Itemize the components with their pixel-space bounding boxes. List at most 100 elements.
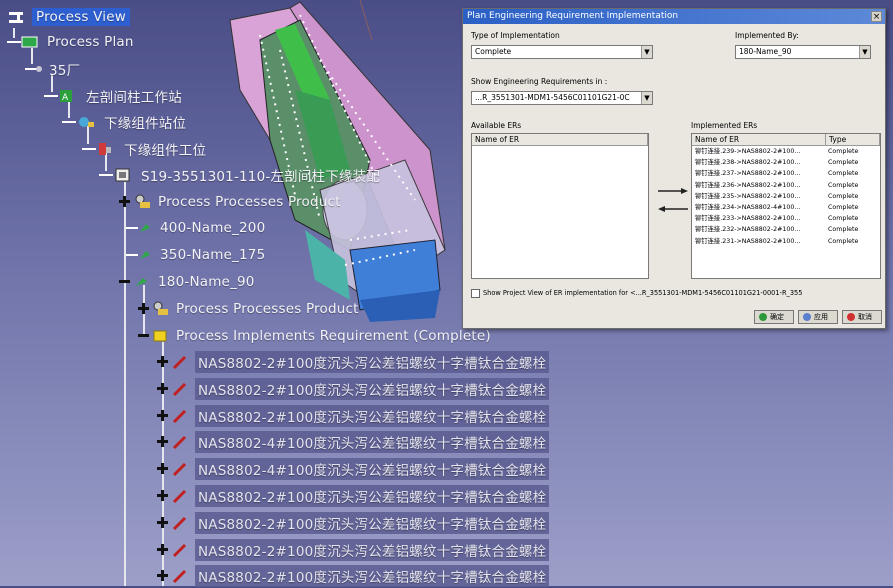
project-view-checkbox[interactable] bbox=[471, 289, 480, 298]
tree-label: 左剖间柱工作站 bbox=[86, 90, 182, 106]
requirement-icon bbox=[171, 488, 189, 504]
tree-node-plant[interactable]: 35厂 bbox=[25, 57, 80, 81]
expand-icon[interactable] bbox=[119, 196, 130, 207]
tree-node-requirement[interactable]: NAS8802-4#100度沉头泻公差铝螺纹十字槽钛合金螺栓 bbox=[171, 430, 550, 454]
expand-icon[interactable] bbox=[157, 356, 168, 367]
expand-icon[interactable] bbox=[157, 516, 168, 528]
tree-node-requirement[interactable]: NAS8802-4#100度沉头泻公差铝螺纹十字槽钛合金螺栓 bbox=[171, 457, 550, 481]
tree-label: Process View bbox=[32, 8, 130, 26]
collapse-icon[interactable] bbox=[138, 330, 149, 341]
show-er-select[interactable]: ...R_3551301-MDM1-5456C01101G21-0C ▼ bbox=[471, 91, 653, 105]
tree-label: NAS8802-4#100度沉头泻公差铝螺纹十字槽钛合金螺栓 bbox=[195, 458, 550, 481]
tree-label: NAS8802-2#100度沉头泻公差铝螺纹十字槽钛合金螺栓 bbox=[195, 485, 550, 507]
available-col-header[interactable]: Name of ER bbox=[472, 134, 648, 145]
tree-label: NAS8802-2#100度沉头泻公差铝螺纹十字槽钛合金螺栓 bbox=[195, 511, 550, 534]
show-er-label: Show Engineering Requirements in : bbox=[471, 77, 608, 86]
workstation-icon: A bbox=[44, 88, 80, 104]
expand-icon[interactable] bbox=[157, 570, 168, 582]
tree-label: Process Processes Product bbox=[158, 194, 341, 210]
ok-button[interactable]: 确定 bbox=[754, 310, 794, 324]
tree-node-process-view[interactable]: Process View bbox=[8, 5, 130, 29]
tree-label: NAS8802-2#100度沉头泻公差铝螺纹十字槽钛合金螺栓 bbox=[195, 565, 550, 588]
available-ers-list[interactable]: Name of ER bbox=[471, 133, 649, 279]
tree-label: 下缘组件工位 bbox=[124, 143, 207, 159]
table-row[interactable]: 铆钉连接.238->NAS8802-2#100... Complete bbox=[692, 157, 880, 168]
tree-label: 35厂 bbox=[49, 63, 81, 79]
chevron-down-icon: ▼ bbox=[641, 92, 652, 104]
type-select[interactable]: Complete ▼ bbox=[471, 45, 653, 59]
table-row[interactable]: 铆钉连接.236->NAS8802-2#100... Complete bbox=[692, 180, 880, 191]
add-arrow-icon[interactable] bbox=[657, 187, 689, 195]
expand-icon[interactable] bbox=[157, 543, 168, 555]
table-row[interactable]: 铆钉连接.233->NAS8802-2#100... Complete bbox=[692, 213, 880, 224]
plant-icon bbox=[25, 61, 43, 77]
implemented-by-select[interactable]: 180-Name_90 ▼ bbox=[735, 45, 871, 59]
tree-node-assembly[interactable]: S19-3551301-110-左剖间柱下缘装配 bbox=[99, 163, 380, 187]
remove-arrow-icon[interactable] bbox=[657, 205, 689, 213]
assembly-icon bbox=[99, 167, 135, 183]
tree-node-requirement[interactable]: NAS8802-2#100度沉头泻公差铝螺纹十字槽钛合金螺栓 bbox=[171, 350, 550, 374]
tree-node-requirement[interactable]: NAS8802-2#100度沉头泻公差铝螺纹十字槽钛合金螺栓 bbox=[171, 564, 550, 588]
ok-icon bbox=[759, 313, 767, 321]
er-type-cell: Complete bbox=[828, 159, 859, 167]
table-row[interactable]: 铆钉连接.235->NAS8802-2#100... Complete bbox=[692, 191, 880, 202]
tree-label: NAS8802-2#100度沉头泻公差铝螺纹十字槽钛合金螺栓 bbox=[195, 538, 550, 561]
tree-node-op-180[interactable]: 180-Name_90 bbox=[134, 270, 255, 294]
tree-node-op-400[interactable]: 400-Name_200 bbox=[126, 216, 265, 240]
expand-icon[interactable] bbox=[157, 463, 168, 475]
tree-label: Process Processes Product bbox=[176, 301, 359, 317]
er-name-cell: 铆钉连接.232->NAS8802-2#100... bbox=[695, 226, 801, 234]
apply-label: 应用 bbox=[814, 313, 828, 321]
apply-icon bbox=[803, 313, 811, 321]
requirement-icon bbox=[171, 461, 189, 477]
tree-node-process-processes-product-2[interactable]: Process Processes Product bbox=[152, 297, 359, 321]
expand-icon[interactable] bbox=[157, 490, 168, 501]
tree-node-requirement[interactable]: NAS8802-2#100度沉头泻公差铝螺纹十字槽钛合金螺栓 bbox=[171, 484, 550, 508]
tree-node-process-plan[interactable]: Process Plan bbox=[7, 30, 134, 54]
dialog-title-bar: Plan Engineering Requirement Implementat… bbox=[463, 9, 885, 24]
tree-node-requirement[interactable]: NAS8802-2#100度沉头泻公差铝螺纹十字槽钛合金螺栓 bbox=[171, 377, 550, 401]
col-header-name[interactable]: Name of ER bbox=[692, 134, 826, 145]
tree-label: NAS8802-2#100度沉头泻公差铝螺纹十字槽钛合金螺栓 bbox=[195, 377, 550, 400]
table-row[interactable]: 铆钉连接.234->NAS8802-4#100... Complete bbox=[692, 202, 880, 213]
tree-node-process-implements-requirement[interactable]: Process Implements Requirement (Complete… bbox=[152, 324, 491, 348]
er-type-cell: Complete bbox=[828, 148, 859, 155]
requirement-icon bbox=[171, 408, 189, 424]
er-type-cell: Complete bbox=[828, 215, 859, 223]
er-type-cell: Complete bbox=[828, 237, 859, 245]
expand-icon[interactable] bbox=[138, 303, 149, 314]
cancel-button[interactable]: 取消 bbox=[842, 310, 882, 324]
expand-icon[interactable] bbox=[157, 409, 168, 421]
tree-node-requirement[interactable]: NAS8802-2#100度沉头泻公差铝螺纹十字槽钛合金螺栓 bbox=[171, 511, 550, 535]
table-row[interactable]: 铆钉连接.239->NAS8802-2#100... Complete bbox=[692, 146, 880, 157]
collapse-icon[interactable] bbox=[119, 276, 130, 287]
tree-node-station2[interactable]: 下缘组件站位 bbox=[62, 110, 186, 134]
implemented-ers-table[interactable]: Name of ER Type 铆钉连接.239->NAS8802-2#100.… bbox=[691, 133, 881, 279]
apply-button[interactable]: 应用 bbox=[798, 310, 838, 324]
expand-icon[interactable] bbox=[157, 382, 168, 394]
expand-icon[interactable] bbox=[157, 436, 168, 448]
tree-label: 180-Name_90 bbox=[158, 274, 255, 290]
col-header-type[interactable]: Type bbox=[826, 134, 880, 145]
table-row[interactable]: 铆钉连接.237->NAS8802-2#100... Complete bbox=[692, 168, 880, 179]
tree-label: NAS8802-4#100度沉头泻公差铝螺纹十字槽钛合金螺栓 bbox=[195, 431, 550, 454]
svg-text:A: A bbox=[62, 93, 69, 103]
requirement-icon bbox=[171, 568, 189, 584]
close-icon[interactable]: × bbox=[871, 11, 882, 22]
tree-label: NAS8802-2#100度沉头泻公差铝螺纹十字槽钛合金螺栓 bbox=[195, 351, 550, 373]
tree-node-requirement[interactable]: NAS8802-2#100度沉头泻公差铝螺纹十字槽钛合金螺栓 bbox=[171, 404, 550, 428]
tree-node-station1[interactable]: A 左剖间柱工作站 bbox=[44, 84, 182, 108]
table-row[interactable]: 铆钉连接.231->NAS8802-2#100... Complete bbox=[692, 236, 880, 247]
tree-label: 350-Name_175 bbox=[160, 247, 266, 263]
tree-node-process-processes-product[interactable]: Process Processes Product bbox=[134, 190, 341, 214]
er-type-cell: Complete bbox=[828, 181, 859, 189]
table-row[interactable]: 铆钉连接.232->NAS8802-2#100... Complete bbox=[692, 224, 880, 235]
cancel-label: 取消 bbox=[858, 313, 872, 321]
tree-label: NAS8802-2#100度沉头泻公差铝螺纹十字槽钛合金螺栓 bbox=[195, 404, 550, 427]
tree-node-requirement[interactable]: NAS8802-2#100度沉头泻公差铝螺纹十字槽钛合金螺栓 bbox=[171, 538, 550, 562]
er-name-cell: 铆钉连接.238->NAS8802-2#100... bbox=[695, 159, 801, 167]
implemented-by-label: Implemented By: bbox=[735, 31, 799, 40]
tree-label: Process Implements Requirement (Complete… bbox=[176, 328, 491, 344]
tree-node-op-350[interactable]: 350-Name_175 bbox=[126, 243, 265, 267]
tree-node-station3[interactable]: 下缘组件工位 bbox=[82, 137, 206, 161]
